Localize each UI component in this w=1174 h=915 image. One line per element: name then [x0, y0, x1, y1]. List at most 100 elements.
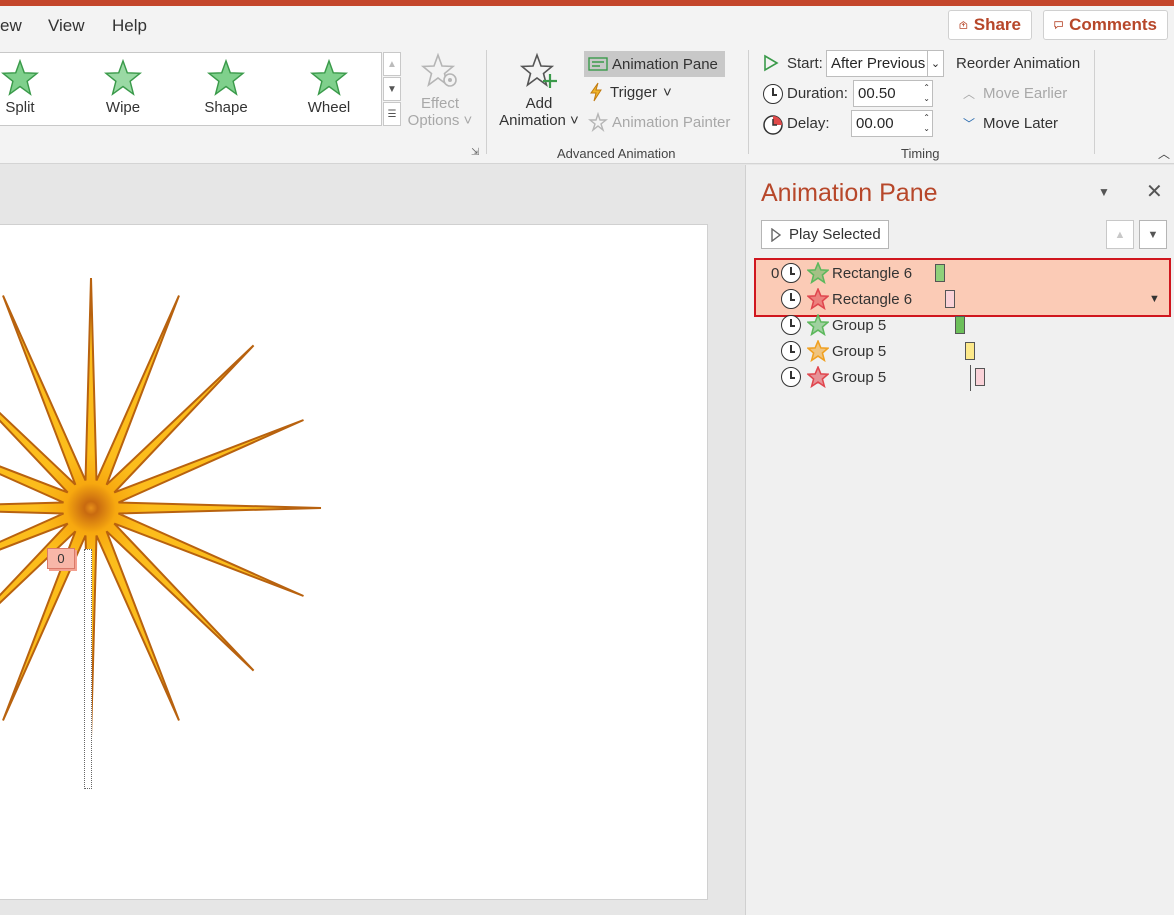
- share-label: Share: [973, 15, 1021, 34]
- clock-icon: [781, 263, 801, 283]
- menu-bar: ew View Help Share Comments: [0, 6, 1174, 44]
- delay-clock-icon: [763, 115, 783, 135]
- animation-name: Group 5: [832, 317, 887, 334]
- move-later-button[interactable]: ﹀ Move Later: [963, 115, 1058, 132]
- add-animation-label-1: Add: [525, 95, 553, 112]
- menu-tab-review[interactable]: ew: [0, 16, 22, 36]
- animation-name: Rectangle 6: [832, 291, 913, 308]
- duration-input[interactable]: 00.50 ⌃ ⌄: [853, 80, 933, 107]
- star-effect-icon: [807, 262, 829, 284]
- animation-list-item[interactable]: Group 5: [751, 365, 1171, 391]
- gallery-item-label: Shape: [204, 99, 248, 116]
- play-selected-button[interactable]: Play Selected: [761, 220, 889, 249]
- animation-name: Group 5: [832, 369, 887, 386]
- close-icon[interactable]: ✕: [1146, 179, 1163, 204]
- play-selected-label: Play Selected: [789, 226, 881, 243]
- start-select[interactable]: After Previous ⌄: [826, 50, 944, 77]
- star-effect-icon: [310, 59, 348, 96]
- trigger-button[interactable]: Trigger ˅: [588, 82, 672, 102]
- add-animation-label-2: Animation: [499, 112, 566, 129]
- duration-value: 00.50: [858, 85, 896, 102]
- rectangle-6-shape[interactable]: [84, 549, 92, 789]
- start-value: After Previous: [831, 55, 926, 72]
- timeline-bar[interactable]: [955, 316, 965, 334]
- duration-label: Duration:: [787, 85, 848, 102]
- gallery-item-label: Wipe: [105, 99, 141, 116]
- spinner-arrows-icon[interactable]: ⌃ ⌄: [923, 82, 930, 104]
- star-effect-icon: [1, 59, 39, 96]
- animation-painter-icon: [588, 112, 608, 132]
- timeline-marker: [970, 365, 971, 391]
- start-play-icon: [764, 54, 779, 72]
- animation-list-item[interactable]: Rectangle 6: [751, 287, 1171, 313]
- group-divider: [486, 50, 487, 154]
- effect-options-label-1: Effect: [420, 95, 460, 112]
- slide-canvas[interactable]: 0: [0, 224, 708, 900]
- add-animation-icon: [519, 52, 557, 88]
- gallery-item-wipe[interactable]: Wipe: [83, 59, 163, 116]
- star-effect-icon: [807, 314, 829, 336]
- move-down-button[interactable]: ▼: [1139, 220, 1167, 249]
- menu-tab-help[interactable]: Help: [112, 16, 147, 36]
- gallery-scroll-down[interactable]: ▼: [383, 77, 401, 101]
- star-effect-icon: [807, 366, 829, 388]
- gallery-item-label: Split: [5, 99, 35, 116]
- sunburst-shape[interactable]: [0, 225, 708, 901]
- add-animation-button[interactable]: Add Animation ˅: [495, 52, 583, 129]
- collapse-ribbon-icon[interactable]: ︿: [1158, 145, 1170, 162]
- gallery-item-split[interactable]: Split: [0, 59, 60, 116]
- share-button[interactable]: Share: [948, 10, 1032, 40]
- clock-icon: [781, 341, 801, 361]
- animation-name: Rectangle 6: [832, 265, 913, 282]
- animation-list-item[interactable]: Group 5: [751, 339, 1171, 365]
- comments-button[interactable]: Comments: [1043, 10, 1168, 40]
- spinner-arrows-icon[interactable]: ⌃ ⌄: [923, 112, 930, 134]
- timeline-bar[interactable]: [965, 342, 975, 360]
- timeline-bar[interactable]: [935, 264, 945, 282]
- gallery-item-label: Wheel: [307, 99, 351, 116]
- comments-label: Comments: [1069, 15, 1157, 34]
- comment-icon: [1054, 21, 1063, 30]
- effect-options-button[interactable]: Effect Options ˅: [404, 52, 476, 129]
- delay-value: 00.00: [856, 115, 894, 132]
- delay-label: Delay:: [787, 115, 830, 132]
- chevron-up-icon: ︿: [963, 87, 976, 101]
- start-label: Start:: [787, 55, 823, 72]
- clock-icon: [781, 367, 801, 387]
- timeline-bar[interactable]: [975, 368, 985, 386]
- dialog-launcher-icon[interactable]: ⇲: [471, 147, 479, 158]
- group-label-advanced-animation: Advanced Animation: [557, 146, 676, 161]
- move-up-button[interactable]: ▲: [1106, 220, 1134, 249]
- animation-list-item[interactable]: Group 5: [751, 313, 1171, 339]
- pane-options-chevron-icon[interactable]: ▼: [1098, 185, 1110, 199]
- play-icon: [771, 227, 781, 242]
- delay-input[interactable]: 00.00 ⌃ ⌄: [851, 110, 933, 137]
- timeline-bar[interactable]: [945, 290, 955, 308]
- gallery-scroll-up[interactable]: ▲: [383, 52, 401, 76]
- animation-list-item[interactable]: 0 Rectangle 6: [751, 261, 1171, 287]
- effect-options-label-2: Options: [407, 112, 460, 129]
- reorder-animation-label: Reorder Animation: [956, 55, 1081, 72]
- group-divider: [1094, 50, 1095, 154]
- menu-tab-view[interactable]: View: [48, 16, 85, 36]
- ribbon: Split Wipe Shape Wheel ▲ ▼ ☰ Effect Opti…: [0, 44, 1174, 164]
- animation-pane-label: Animation Pane: [612, 55, 718, 73]
- gallery-more-button[interactable]: ☰: [383, 102, 401, 126]
- row-dropdown-chevron-icon[interactable]: ▼: [1149, 293, 1160, 305]
- animation-painter-button[interactable]: Animation Painter: [588, 112, 730, 132]
- star-effect-icon: [104, 59, 142, 96]
- group-divider: [748, 50, 749, 154]
- chevron-down-icon[interactable]: ⌄: [927, 51, 943, 76]
- star-effect-icon: [807, 340, 829, 362]
- move-earlier-button[interactable]: ︿ Move Earlier: [963, 85, 1067, 102]
- chevron-down-icon: ﹀: [963, 117, 976, 131]
- gallery-item-shape[interactable]: Shape: [186, 59, 266, 116]
- lightning-icon: [590, 82, 602, 102]
- gallery-item-wheel[interactable]: Wheel: [289, 59, 369, 116]
- clock-icon: [781, 289, 801, 309]
- animation-pane-button[interactable]: Animation Pane: [584, 51, 725, 77]
- animation-name: Group 5: [832, 343, 887, 360]
- star-effect-icon: [807, 288, 829, 310]
- share-icon: [959, 21, 968, 29]
- move-later-label: Move Later: [983, 115, 1059, 132]
